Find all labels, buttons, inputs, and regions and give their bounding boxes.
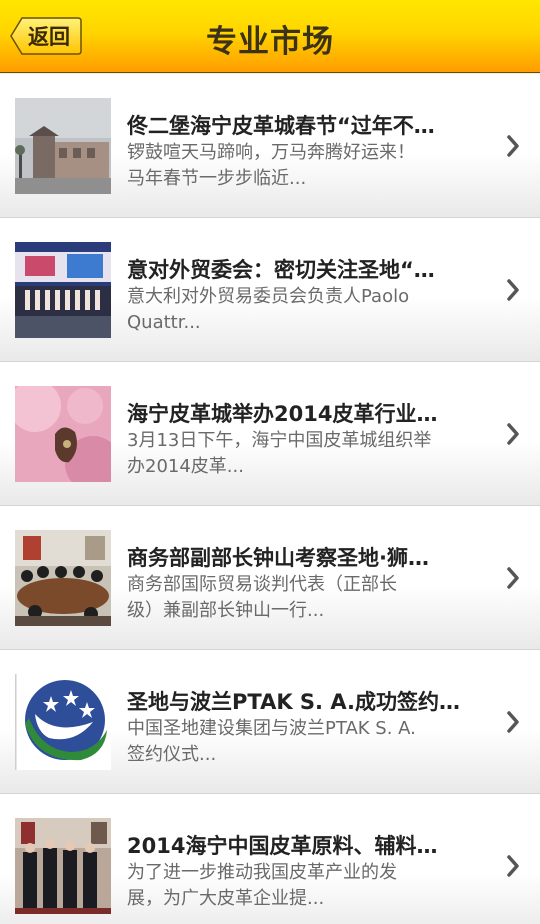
- chevron-right-icon: [507, 423, 519, 445]
- article-summary: 锣鼓喧天马蹄响，万马奔腾好运来！ 马年春节一步步临近...: [127, 140, 482, 192]
- article-title: 2014海宁中国皮革原料、辅料…: [127, 834, 438, 858]
- back-button-label: 返回: [28, 25, 70, 49]
- list-item[interactable]: 圣地与波兰PTAK S. A.成功签约… 中国圣地建设集团与波兰PTAK S. …: [0, 650, 540, 794]
- chevron-right-icon: [507, 135, 519, 157]
- article-summary-line: Quattr...: [127, 312, 201, 333]
- article-summary-line: 中国圣地建设集团与波兰PTAK S. A.: [127, 718, 416, 739]
- article-summary-line: 级）兼副部长钟山一行...: [127, 600, 325, 621]
- article-summary: 3月13日下午，海宁中国皮革城组织举 办2014皮革...: [127, 428, 482, 480]
- chevron-right-icon: [507, 855, 519, 877]
- list-item[interactable]: 商务部副部长钟山考察圣地·狮… 商务部国际贸易谈判代表（正部长 级）兼副部长钟山…: [0, 506, 540, 650]
- article-summary-line: 3月13日下午，海宁中国皮革城组织举: [127, 430, 432, 451]
- article-list: 佟二堡海宁皮革城春节“过年不… 锣鼓喧天马蹄响，万马奔腾好运来！ 马年春节一步步…: [0, 74, 540, 924]
- article-summary: 为了进一步推动我国皮革产业的发 展，为广大皮革企业提...: [127, 860, 482, 912]
- list-item[interactable]: 意对外贸委会：密切关注圣地“… 意大利对外贸易委员会负责人Paolo Quatt…: [0, 218, 540, 362]
- article-title: 圣地与波兰PTAK S. A.成功签约…: [127, 690, 460, 714]
- article-title: 意对外贸委会：密切关注圣地“…: [127, 258, 435, 282]
- article-summary-line: 商务部国际贸易谈判代表（正部长: [127, 574, 397, 595]
- page-title: 专业市场: [206, 24, 334, 60]
- article-summary-line: 为了进一步推动我国皮革产业的发: [127, 862, 397, 883]
- article-summary-line: 办2014皮革...: [127, 456, 244, 477]
- article-title: 佟二堡海宁皮革城春节“过年不…: [127, 114, 435, 138]
- header-bar: 返回 专业市场: [0, 0, 540, 73]
- article-title: 海宁皮革城举办2014皮革行业…: [127, 402, 438, 426]
- article-thumbnail: [15, 818, 111, 914]
- article-summary-line: 签约仪式...: [127, 744, 217, 765]
- chevron-right-icon: [507, 279, 519, 301]
- article-summary-line: 展，为广大皮革企业提...: [127, 888, 325, 909]
- article-summary: 商务部国际贸易谈判代表（正部长 级）兼副部长钟山一行...: [127, 572, 482, 624]
- chevron-right-icon: [507, 711, 519, 733]
- article-summary-line: 马年春节一步步临近...: [127, 168, 307, 189]
- article-thumbnail: [15, 674, 111, 770]
- article-summary-line: 意大利对外贸易委员会负责人Paolo: [127, 286, 410, 307]
- article-thumbnail: [15, 98, 111, 194]
- list-item[interactable]: 佟二堡海宁皮革城春节“过年不… 锣鼓喧天马蹄响，万马奔腾好运来！ 马年春节一步步…: [0, 74, 540, 218]
- article-title: 商务部副部长钟山考察圣地·狮…: [127, 546, 429, 570]
- article-summary: 中国圣地建设集团与波兰PTAK S. A. 签约仪式...: [127, 716, 482, 768]
- chevron-right-icon: [507, 567, 519, 589]
- article-summary-line: 锣鼓喧天马蹄响，万马奔腾好运来！: [127, 142, 415, 163]
- article-thumbnail: [15, 386, 111, 482]
- list-item[interactable]: 海宁皮革城举办2014皮革行业… 3月13日下午，海宁中国皮革城组织举 办201…: [0, 362, 540, 506]
- list-item[interactable]: 2014海宁中国皮革原料、辅料… 为了进一步推动我国皮革产业的发 展，为广大皮革…: [0, 794, 540, 924]
- article-thumbnail: [15, 242, 111, 338]
- article-summary: 意大利对外贸易委员会负责人Paolo Quattr...: [127, 284, 482, 336]
- article-thumbnail: [15, 530, 111, 626]
